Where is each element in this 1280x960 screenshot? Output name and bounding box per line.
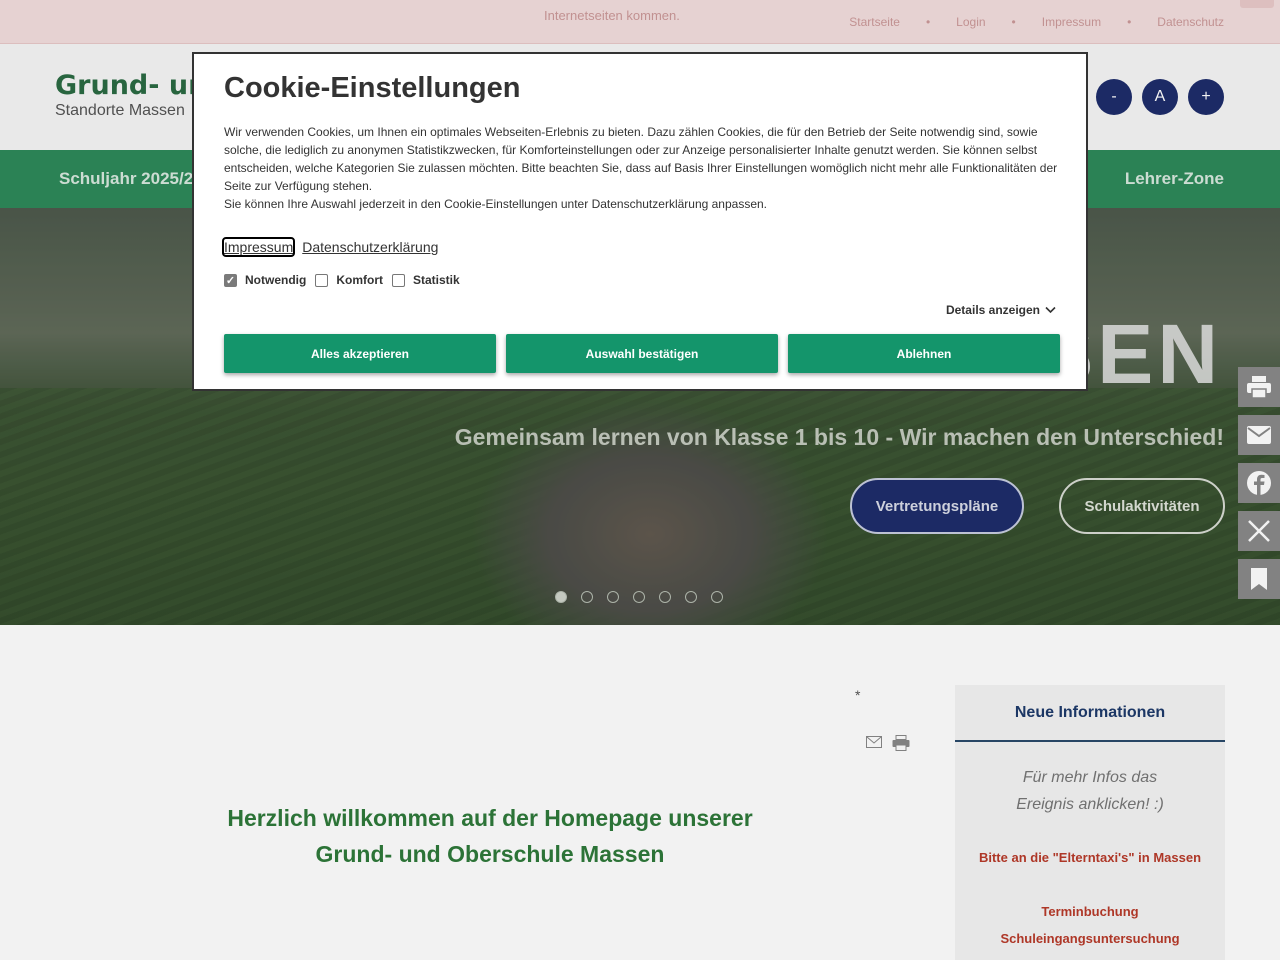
slider-dot-3[interactable] [607,591,619,603]
news-link-schuleingang[interactable]: Schuleingangsuntersuchung [955,925,1225,952]
separator: • [1011,15,1016,29]
impressum-link[interactable]: Impressum [221,237,296,257]
news-link-terminbuchung[interactable]: Terminbuchung [955,898,1225,925]
separator: • [925,15,931,29]
sidebar-heading: Neue Informationen [955,685,1225,742]
schulaktivitaeten-button[interactable]: Schulaktivitäten [1059,478,1225,534]
notice-text: Internetseiten kommen. [544,8,680,23]
accept-all-button[interactable]: Alles akzeptieren [224,334,496,373]
sidebar-info-line-2: Ereignis anklicken! :) [1016,796,1164,813]
site-subtitle: Standorte Massen [55,102,185,119]
checkbox-box [315,273,329,287]
top-link-impressum[interactable]: Impressum [1042,15,1101,29]
slider-dot-6[interactable] [685,591,697,603]
font-increase-button[interactable]: + [1188,79,1224,115]
reject-button[interactable]: Ablehnen [788,334,1060,373]
news-sidebar: Neue Informationen Für mehr Infos das Er… [955,685,1225,960]
slider-dot-4[interactable] [633,591,645,603]
main-content: * Herzlich willkommen auf der Homepage u… [0,625,1280,960]
checkbox-notwendig[interactable]: ✓ Notwendig [224,273,306,287]
x-icon[interactable] [1238,511,1280,551]
slider-dot-2[interactable] [581,591,593,603]
checkbox-notwendig-label: Notwendig [245,273,307,287]
details-toggle[interactable]: Details anzeigen [946,303,1056,317]
nav-item-lehrer-zone[interactable]: Lehrer-Zone [1125,169,1224,189]
nav-item-schuljahr[interactable]: Schuljahr 2025/2 [59,169,193,189]
chevron-down-icon [1045,303,1056,317]
cookie-paragraph-1: Wir verwenden Cookies, um Ihnen ein opti… [224,125,1058,193]
cookie-dialog-links: Impressum Datenschutzerklärung [221,237,438,257]
welcome-heading: Herzlich willkommen auf der Homepage uns… [227,805,753,867]
cookie-category-checkboxes: ✓ Notwendig Komfort Statistik [224,273,460,287]
mail-icon[interactable] [1238,415,1280,455]
checkbox-komfort[interactable]: Komfort [315,273,383,287]
sidebar-info-line-1: Für mehr Infos das [1022,769,1158,786]
cookie-settings-dialog: Cookie-Einstellungen Wir verwenden Cooki… [192,52,1088,391]
vertretungsplaene-button[interactable]: Vertretungspläne [850,478,1024,534]
asterisk-mark: * [855,687,861,703]
check-icon: ✓ [224,273,237,287]
bookmark-icon[interactable] [1238,559,1280,599]
slider-dots [555,591,723,603]
slider-dot-1[interactable] [555,591,567,603]
font-reset-button[interactable]: A [1142,79,1178,115]
cookie-dialog-buttons: Alles akzeptieren Auswahl bestätigen Abl… [224,334,1060,373]
slider-dot-5[interactable] [659,591,671,603]
top-link-datenschutz[interactable]: Datenschutz [1157,15,1224,29]
separator: • [1127,15,1132,29]
details-label: Details anzeigen [945,303,1040,317]
checkbox-box [392,273,405,287]
top-link-startseite[interactable]: Startseite [849,15,900,29]
facebook-icon[interactable] [1238,463,1280,503]
font-size-controls: - A + [1096,79,1224,115]
news-link-elterntaxi[interactable]: Bitte an die "Elterntaxi's" in Massen [955,844,1225,871]
top-link-login[interactable]: Login [956,15,985,29]
datenschutz-link[interactable]: Datenschutzerklärung [302,239,438,255]
hero-tagline: Gemeinsam lernen von Klasse 1 bis 10 - W… [454,424,1224,450]
font-decrease-button[interactable]: - [1096,79,1132,115]
social-share-bar [1238,367,1280,599]
print-icon[interactable] [1238,367,1280,407]
cookie-paragraph-2: Sie können Ihre Auswahl jederzeit in den… [224,197,768,211]
top-notice-bar: Internetseiten kommen. Startseite • Logi… [0,0,1280,44]
top-links: Startseite • Login • Impressum • Datensc… [849,15,1224,29]
checkbox-statistik-label: Statistik [413,273,460,287]
notice-close-button[interactable] [1240,0,1274,8]
checkbox-statistik[interactable]: Statistik [392,273,460,287]
print-article-icon[interactable] [892,735,910,756]
confirm-selection-button[interactable]: Auswahl bestätigen [506,334,778,373]
cookie-dialog-text: Wir verwenden Cookies, um Ihnen ein opti… [224,123,1064,213]
slider-dot-7[interactable] [711,591,723,603]
sidebar-info: Für mehr Infos das Ereignis anklicken! :… [955,764,1225,818]
checkbox-komfort-label: Komfort [336,273,383,287]
mail-article-icon[interactable] [866,735,882,753]
cookie-dialog-title: Cookie-Einstellungen [224,72,521,104]
